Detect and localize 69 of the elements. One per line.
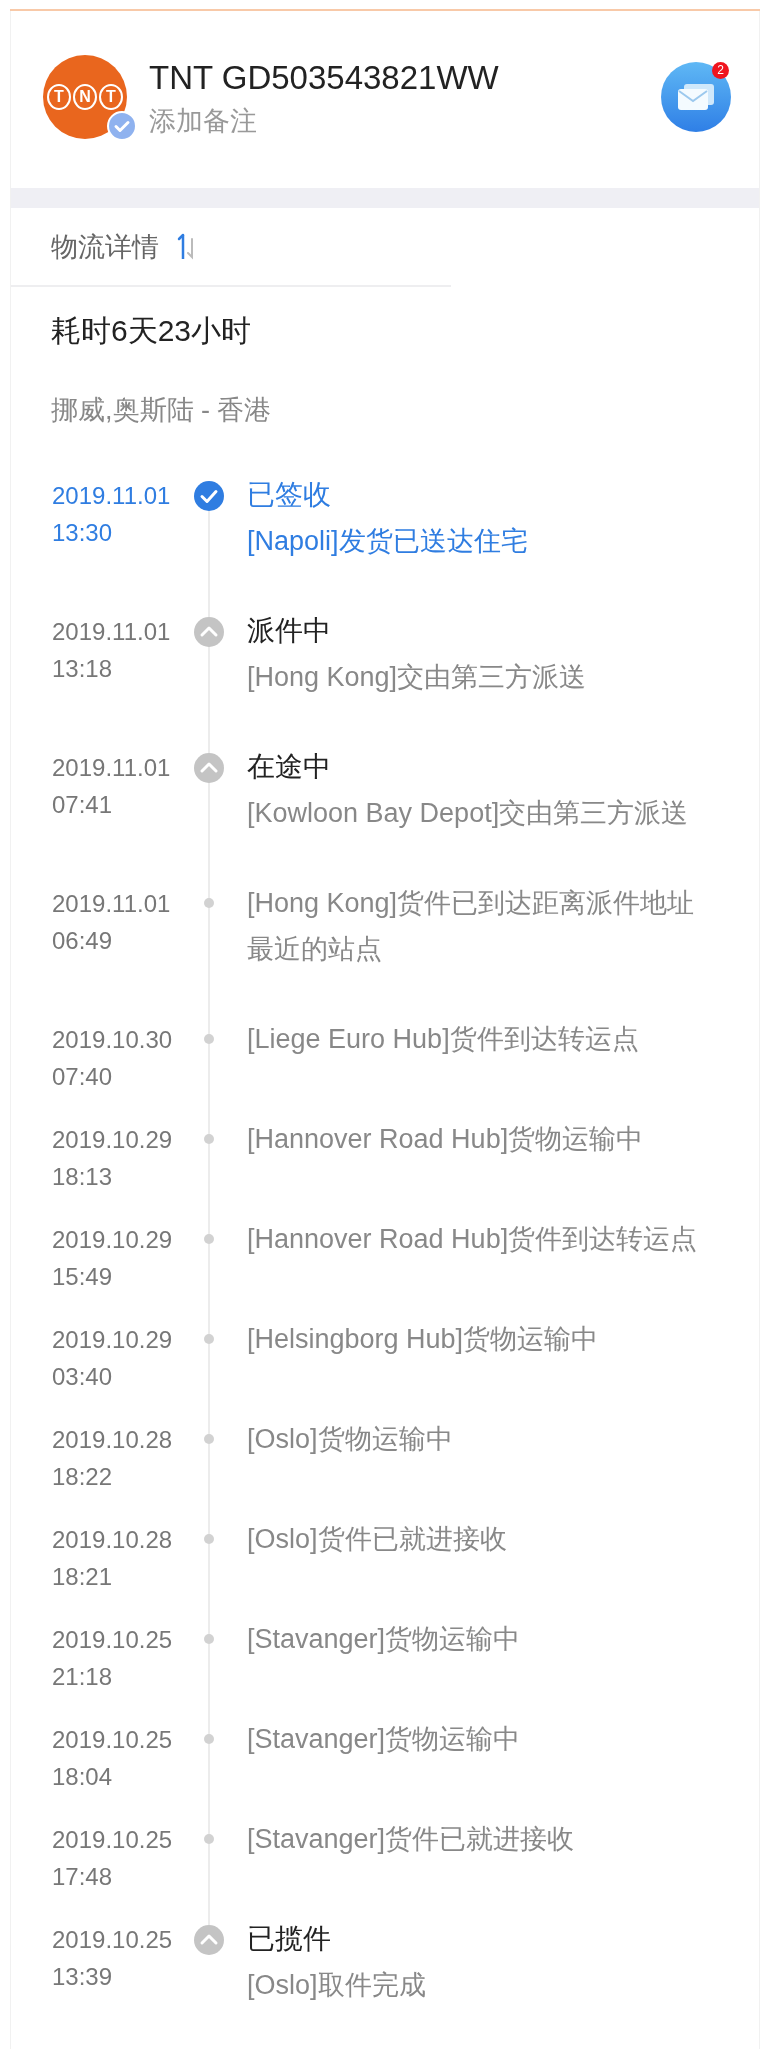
chevron-up-icon: [194, 1925, 224, 1955]
event-time: 15:49: [52, 1262, 114, 1292]
event-date: 2019.10.28: [52, 1525, 174, 1555]
event-detail: [Stavanger]货物运输中: [247, 1623, 522, 1656]
event-status: 已签收: [247, 478, 332, 512]
timeline-dot: [204, 1134, 214, 1144]
event-date: 2019.10.25: [52, 1825, 174, 1855]
messages-button[interactable]: 2: [661, 62, 731, 132]
event-time: 18:21: [52, 1562, 114, 1592]
event-time: 21:18: [52, 1662, 114, 1692]
carrier-logo: T N T: [43, 55, 127, 139]
event-detail: [Stavanger]货件已就进接收: [247, 1823, 576, 1856]
event-date: 2019.11.01: [52, 617, 172, 647]
event-date: 2019.10.29: [52, 1125, 174, 1155]
event-detail: [Kowloon Bay Depot]交由第三方派送: [247, 797, 690, 830]
event-date: 2019.10.25: [52, 1625, 174, 1655]
chevron-up-icon: [194, 617, 224, 647]
event-time: 13:39: [52, 1962, 114, 1992]
event-time: 06:49: [52, 926, 114, 956]
tracking-number: TNT GD503543821WW: [149, 59, 500, 97]
event-detail: [Hannover Road Hub]货件到达转运点: [247, 1223, 699, 1256]
timeline-dot: [204, 1034, 214, 1044]
event-detail: [Liege Euro Hub]货件到达转运点: [247, 1023, 640, 1056]
event-date: 2019.10.29: [52, 1325, 174, 1355]
event-detail: [Hannover Road Hub]货物运输中: [247, 1123, 645, 1156]
event-detail: [Hong Kong]货件已到达距离派件地址最近的站点: [247, 887, 696, 966]
event-time: 17:48: [52, 1862, 114, 1892]
event-status: 派件中: [247, 614, 332, 648]
event-detail: [Napoli]发货已送达住宅: [247, 525, 529, 558]
event-date: 2019.11.01: [52, 889, 172, 919]
event-date: 2019.10.30: [52, 1025, 174, 1055]
event-date: 2019.11.01: [52, 481, 172, 511]
timeline-dot: [204, 1834, 214, 1844]
event-time: 18:04: [52, 1762, 114, 1792]
event-date: 2019.10.25: [52, 1725, 174, 1755]
event-date: 2019.10.29: [52, 1225, 174, 1255]
timeline-dot: [204, 1734, 214, 1744]
event-time: 18:13: [52, 1162, 114, 1192]
event-detail: [Stavanger]货物运输中: [247, 1723, 522, 1756]
event-status: 在途中: [247, 750, 332, 784]
timeline-dot: [204, 1234, 214, 1244]
chevron-up-icon: [194, 753, 224, 783]
check-icon: [194, 481, 224, 511]
event-time: 13:30: [52, 518, 114, 548]
timeline-dot: [204, 1434, 214, 1444]
event-detail: [Oslo]货物运输中: [247, 1423, 454, 1456]
event-time: 07:41: [52, 790, 114, 820]
event-detail: [Oslo]货件已就进接收: [247, 1523, 508, 1556]
event-detail: [Hong Kong]交由第三方派送: [247, 661, 588, 694]
unread-badge: 2: [712, 62, 729, 79]
duration-text: 耗时6天23小时: [50, 313, 253, 349]
timeline-dot: [204, 1334, 214, 1344]
mail-icon: [676, 82, 716, 112]
event-detail: [Helsingborg Hub]货物运输中: [247, 1323, 600, 1356]
event-time: 18:22: [52, 1462, 114, 1492]
timeline-dot: [204, 898, 214, 908]
logistics-tab[interactable]: 物流详情: [51, 228, 159, 265]
timeline-dot: [204, 1634, 214, 1644]
event-date: 2019.10.28: [52, 1425, 174, 1455]
event-date: 2019.10.25: [52, 1925, 174, 1955]
event-time: 07:40: [52, 1062, 114, 1092]
event-date: 2019.11.01: [52, 753, 172, 783]
event-detail: [Oslo]取件完成: [247, 1969, 427, 2002]
add-note-link[interactable]: 添加备注: [149, 103, 639, 139]
timeline-dot: [204, 1534, 214, 1544]
event-time: 03:40: [52, 1362, 114, 1392]
route-text: 挪威,奥斯陆 - 香港: [50, 394, 273, 427]
event-time: 13:18: [52, 654, 114, 684]
event-status: 已揽件: [247, 1922, 332, 1956]
